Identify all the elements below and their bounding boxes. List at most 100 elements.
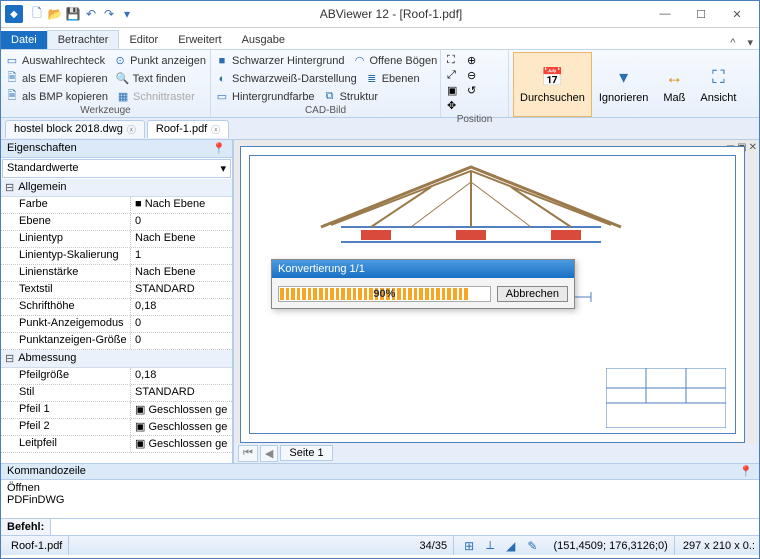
pan-icon[interactable]: ✥ — [447, 99, 465, 112]
prop-category[interactable]: Allgemein — [1, 179, 232, 197]
grid-icon: ▦ — [116, 90, 130, 104]
prop-value[interactable]: 1 — [131, 248, 232, 264]
ribbon-help-icon[interactable]: ^ — [724, 37, 741, 49]
doc-tab-hostel[interactable]: hostel block 2018.dwgⓧ — [5, 120, 145, 138]
close-icon[interactable]: ⓧ — [211, 123, 220, 136]
zoom-out-icon[interactable]: ⊖ — [467, 69, 485, 82]
page-tab-1[interactable]: Seite 1 — [280, 445, 332, 461]
color-icon: ▭ — [215, 90, 229, 104]
tab-erweitert[interactable]: Erweitert — [168, 31, 231, 49]
tab-ausgabe[interactable]: Ausgabe — [232, 31, 295, 49]
qat-new-icon[interactable]: 🗋 — [29, 6, 45, 22]
prop-row[interactable]: Linientyp-Skalierung1 — [1, 248, 232, 265]
zoom-in-icon[interactable]: ⊕ — [467, 54, 485, 67]
status-icon[interactable]: ⟂ — [484, 538, 496, 553]
btn-emf-kopieren[interactable]: 🗎als EMF kopieren — [5, 70, 108, 87]
prop-value[interactable]: 0,18 — [131, 368, 232, 384]
prop-key: Ebene — [1, 214, 131, 230]
prop-row[interactable]: TextstilSTANDARD — [1, 282, 232, 299]
btn-punkt-anzeigen[interactable]: ⊙Punkt anzeigen — [113, 52, 206, 69]
btn-ignorieren[interactable]: ▾Ignorieren — [592, 52, 656, 117]
prop-row[interactable]: LinientypNach Ebene — [1, 231, 232, 248]
prop-row[interactable]: StilSTANDARD — [1, 385, 232, 402]
properties-grid: AllgemeinFarbe■ Nach EbeneEbene0Linienty… — [1, 179, 232, 463]
prop-row[interactable]: Punktanzeigen-Größe0 — [1, 333, 232, 350]
btn-schnittraster[interactable]: ▦Schnittraster — [116, 88, 195, 105]
close-button[interactable]: ✕ — [719, 3, 755, 25]
btn-schwarzweiss[interactable]: ◐Schwarzweiß-Darstellung — [215, 70, 357, 87]
layers-icon: ≣ — [365, 72, 379, 86]
btn-struktur[interactable]: ⧉Struktur — [323, 88, 379, 105]
page-prev[interactable]: ◀ — [260, 445, 278, 462]
pin-icon[interactable]: 📍 — [739, 465, 753, 478]
qat-save-icon[interactable]: 💾 — [65, 6, 81, 22]
zoom-prev-icon[interactable]: ↺ — [467, 84, 485, 97]
page-first[interactable]: ⏮ — [238, 445, 258, 462]
prop-value[interactable]: STANDARD — [131, 385, 232, 401]
prop-row[interactable]: Ebene0 — [1, 214, 232, 231]
prop-row[interactable]: LinienstärkeNach Ebene — [1, 265, 232, 282]
cancel-button[interactable]: Abbrechen — [497, 286, 568, 302]
prop-row[interactable]: Pfeil 2▣ Geschlossen ge — [1, 419, 232, 436]
status-icon[interactable]: ✎ — [525, 539, 539, 553]
btn-offene-boegen[interactable]: ◠Offene Bögen — [353, 52, 438, 69]
prop-key: Linienstärke — [1, 265, 131, 281]
prop-row[interactable]: Farbe■ Nach Ebene — [1, 197, 232, 214]
prop-value[interactable]: 0 — [131, 214, 232, 230]
view-icon: ⛶ — [706, 66, 730, 90]
blackbg-icon: ■ — [215, 54, 229, 68]
prop-row[interactable]: Leitpfeil▣ Geschlossen ge — [1, 436, 232, 453]
command-input[interactable] — [51, 519, 759, 535]
tab-betrachter[interactable]: Betrachter — [47, 30, 120, 49]
prop-row[interactable]: Pfeilgröße0,18 — [1, 368, 232, 385]
status-pages: 34/35 — [414, 536, 455, 555]
qat-more-icon[interactable]: ▾ — [119, 6, 135, 22]
tab-datei[interactable]: Datei — [1, 31, 47, 49]
group-werkzeuge: ▭Auswahlrechteck ⊙Punkt anzeigen 🗎als EM… — [1, 50, 211, 117]
page-tabs: ⏮ ◀ Seite 1 — [234, 443, 759, 463]
properties-selector[interactable]: Standardwerte▾ — [2, 159, 231, 178]
prop-value[interactable]: ▣ Geschlossen ge — [131, 419, 232, 435]
doc-tab-roof[interactable]: Roof-1.pdfⓧ — [147, 120, 229, 138]
prop-row[interactable]: Pfeil 1▣ Geschlossen ge — [1, 402, 232, 419]
prop-value[interactable]: ▣ Geschlossen ge — [131, 402, 232, 418]
pin-icon[interactable]: 📍 — [212, 142, 226, 155]
prop-row[interactable]: Schrifthöhe0,18 — [1, 299, 232, 316]
status-icon[interactable]: ◢ — [504, 539, 517, 553]
qat-redo-icon[interactable]: ↷ — [101, 6, 117, 22]
btn-bmp-kopieren[interactable]: 🗎als BMP kopieren — [5, 88, 108, 105]
zoom-win-icon[interactable]: ▣ — [447, 84, 465, 97]
btn-durchsuchen[interactable]: 📅Durchsuchen — [513, 52, 592, 117]
prop-value[interactable]: Nach Ebene — [131, 265, 232, 281]
prop-row[interactable]: Punkt-Anzeigemodus0 — [1, 316, 232, 333]
btn-hintergrundfarbe[interactable]: ▭Hintergrundfarbe — [215, 88, 315, 105]
prop-key: Pfeilgröße — [1, 368, 131, 384]
btn-ansicht[interactable]: ⛶Ansicht — [693, 52, 743, 117]
minimize-button[interactable]: — — [647, 3, 683, 25]
canvas-close-icon[interactable]: ✕ — [749, 142, 757, 153]
zoom-ext-icon[interactable]: ⤢ — [447, 69, 465, 82]
qat-undo-icon[interactable]: ↶ — [83, 6, 99, 22]
prop-value[interactable]: 0,18 — [131, 299, 232, 315]
prop-value[interactable]: ■ Nach Ebene — [131, 197, 232, 213]
zoom-fit-icon[interactable]: ⛶ — [447, 54, 465, 67]
btn-text-finden[interactable]: 🔍Text finden — [116, 70, 186, 87]
prop-value[interactable]: STANDARD — [131, 282, 232, 298]
prop-value[interactable]: 0 — [131, 316, 232, 332]
btn-ebenen[interactable]: ≣Ebenen — [365, 70, 420, 87]
btn-auswahlrechteck[interactable]: ▭Auswahlrechteck — [5, 52, 105, 69]
prop-value[interactable]: 0 — [131, 333, 232, 349]
prop-category[interactable]: Abmessung — [1, 350, 232, 368]
prop-key: Pfeil 2 — [1, 419, 131, 435]
qat-open-icon[interactable]: 📂 — [47, 6, 63, 22]
btn-mass[interactable]: ↔Maß — [655, 52, 693, 117]
ribbon-more-icon[interactable]: ▾ — [741, 36, 759, 49]
prop-value[interactable]: Nach Ebene — [131, 231, 232, 247]
status-icon[interactable]: ⊞ — [462, 539, 476, 553]
date-icon: 📅 — [540, 66, 564, 90]
btn-schwarzer-hintergrund[interactable]: ■Schwarzer Hintergrund — [215, 52, 345, 69]
close-icon[interactable]: ⓧ — [127, 123, 136, 136]
prop-value[interactable]: ▣ Geschlossen ge — [131, 436, 232, 452]
tab-editor[interactable]: Editor — [119, 31, 168, 49]
maximize-button[interactable]: ☐ — [683, 3, 719, 25]
